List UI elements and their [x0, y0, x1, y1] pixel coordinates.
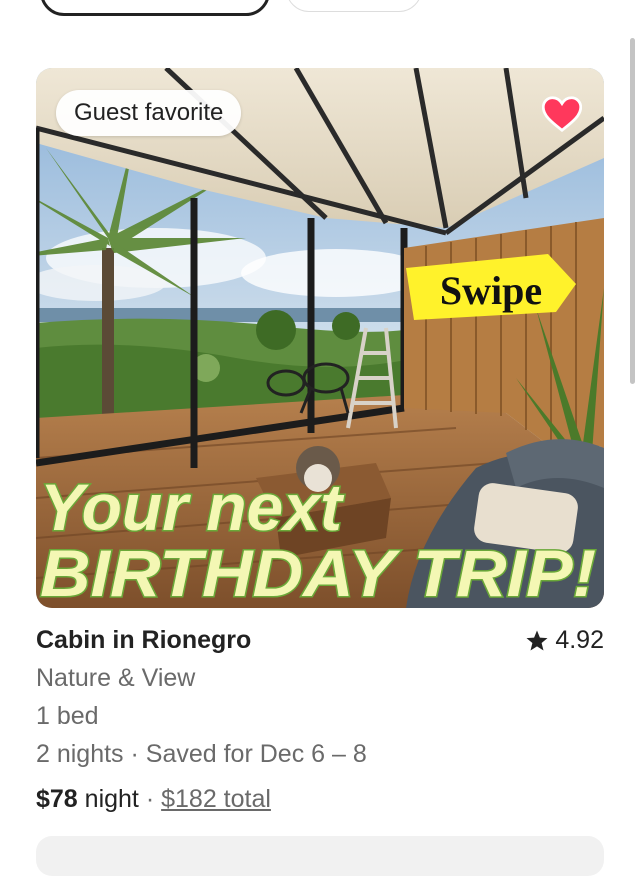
promo-line-1: Your next — [40, 470, 345, 544]
listing-card[interactable]: Guest favorite Swipe Your next BIRTHDAY … — [36, 68, 604, 608]
scrollbar[interactable] — [630, 38, 635, 384]
filter-pill-selected[interactable] — [40, 0, 270, 16]
next-listing-card[interactable] — [36, 836, 604, 876]
price-amount: $78 — [36, 785, 78, 813]
promo-line-2: BIRTHDAY TRIP! — [40, 536, 596, 608]
price-unit: night — [77, 785, 139, 813]
star-icon — [526, 630, 548, 650]
swipe-label: Swipe — [440, 268, 542, 313]
price-separator: · — [138, 785, 162, 813]
listing-title[interactable]: Cabin in Rionegro — [36, 626, 251, 655]
listing-dates: 2 nights · Saved for Dec 6 – 8 — [36, 740, 367, 768]
listing-price: $78 night · $182 total — [36, 785, 271, 814]
listing-beds: 1 bed — [36, 702, 99, 730]
price-total-link[interactable]: $182 total — [161, 785, 271, 813]
promo-overlay: Swipe Your next BIRTHDAY TRIP! — [39, 254, 598, 608]
listing-rating: 4.92 — [525, 626, 604, 655]
rating-value: 4.92 — [555, 626, 604, 654]
filter-pill[interactable] — [286, 0, 422, 12]
listing-subtitle: Nature & View — [36, 664, 196, 692]
